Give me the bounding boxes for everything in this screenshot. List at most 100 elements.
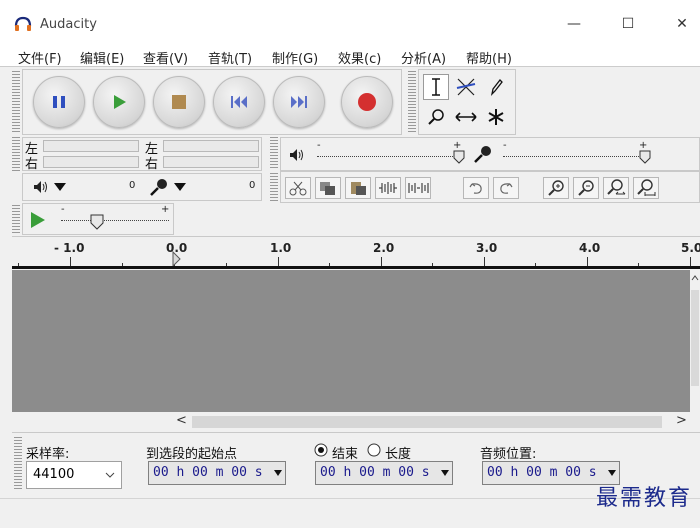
meter-grip[interactable] [12, 137, 20, 173]
length-radio-button[interactable] [367, 443, 381, 457]
menu-effect[interactable]: 效果(c) [338, 48, 381, 67]
envelope-tool-button[interactable] [453, 74, 479, 100]
playback-dropdown-arrow-icon[interactable] [53, 182, 67, 192]
menu-view[interactable]: 查看(V) [143, 48, 188, 67]
close-button[interactable]: ✕ [672, 14, 692, 34]
menu-generate[interactable]: 制作(G) [272, 48, 318, 67]
zoom-in-button[interactable] [543, 177, 569, 199]
i-beam-icon [432, 78, 440, 96]
audio-position-label: 音频位置: [480, 447, 537, 462]
transport-grip[interactable] [12, 71, 20, 133]
maximize-button[interactable]: ☐ [618, 14, 638, 34]
play-button[interactable] [93, 76, 145, 128]
input-min-label: - [503, 140, 507, 151]
time-format-arrow-icon[interactable] [608, 469, 616, 477]
selection-grip[interactable] [14, 437, 22, 489]
record-button[interactable] [341, 76, 393, 128]
record-meter-right[interactable] [163, 156, 259, 168]
play-at-speed-grip[interactable] [12, 205, 20, 233]
selection-start-time[interactable]: 00 h 00 m 00 s [148, 461, 286, 485]
ruler-label: 5.0 [681, 241, 700, 255]
envelope-icon [456, 78, 476, 96]
length-radio-label[interactable]: 长度 [385, 443, 411, 462]
play-at-speed-button[interactable] [29, 210, 47, 230]
skip-to-start-button[interactable] [213, 76, 265, 128]
output-min-label: - [317, 140, 321, 151]
trim-button[interactable] [375, 177, 401, 199]
mixer-grip[interactable] [270, 137, 278, 169]
toolbar-dock: 左 右 左 右 0 0 - + - + - + [0, 66, 700, 236]
menu-analyze[interactable]: 分析(A) [401, 48, 446, 67]
transport-toolbar [22, 69, 402, 135]
record-dropdown-arrow-icon[interactable] [173, 182, 187, 192]
record-icon [358, 93, 376, 111]
skip-to-end-button[interactable] [273, 76, 325, 128]
selection-end-value: 00 h 00 m 00 s [320, 465, 430, 480]
zoom-in-icon [548, 180, 564, 196]
multi-tool-button[interactable] [483, 104, 509, 130]
horizontal-scrollbar[interactable]: < > [12, 412, 700, 432]
playback-meter-left[interactable] [43, 140, 139, 152]
meter-controls: 0 0 [22, 173, 262, 201]
paste-button[interactable] [345, 177, 371, 199]
menu-file[interactable]: 文件(F) [18, 48, 62, 67]
time-format-arrow-icon[interactable] [441, 469, 449, 477]
cut-button[interactable] [285, 177, 311, 199]
selection-tool-button[interactable] [423, 74, 449, 100]
project-rate-select[interactable]: 44100 [26, 461, 122, 489]
track-panel[interactable] [12, 270, 690, 412]
menu-tracks[interactable]: 音轨(T) [208, 48, 252, 67]
menu-help[interactable]: 帮助(H) [466, 48, 512, 67]
playback-meter-right[interactable] [43, 156, 139, 168]
undo-button[interactable] [463, 177, 489, 199]
skip-end-icon [291, 96, 307, 108]
fit-project-button[interactable] [633, 177, 659, 199]
scroll-right-icon[interactable]: > [676, 413, 687, 428]
pause-button[interactable] [33, 76, 85, 128]
scroll-up-icon[interactable] [691, 274, 699, 282]
playback-value: 0 [129, 180, 136, 191]
redo-button[interactable] [493, 177, 519, 199]
stop-button[interactable] [153, 76, 205, 128]
microphone-icon[interactable] [149, 177, 169, 197]
zoom-out-button[interactable] [573, 177, 599, 199]
speed-slider[interactable] [61, 220, 169, 221]
menu-edit[interactable]: 编辑(E) [80, 48, 124, 67]
input-volume-slider[interactable] [503, 156, 645, 157]
vertical-scroll-thumb[interactable] [691, 290, 699, 386]
speed-slider-thumb-icon[interactable] [90, 214, 104, 230]
asterisk-icon [488, 109, 504, 125]
input-slider-thumb-icon[interactable] [639, 150, 651, 164]
record-meter-left[interactable] [163, 140, 259, 152]
trim-audio-icon [379, 182, 397, 194]
timeline-ruler[interactable]: - 1.0 0.0 1.0 2.0 3.0 4.0 5.0 [12, 236, 700, 269]
horizontal-scroll-thumb[interactable] [192, 416, 662, 428]
time-shift-tool-button[interactable] [453, 104, 479, 130]
tools-toolbar [418, 69, 516, 135]
playhead-marker-icon[interactable] [172, 251, 182, 267]
time-format-arrow-icon[interactable] [274, 469, 282, 477]
vertical-scrollbar[interactable] [690, 270, 700, 412]
copy-button[interactable] [315, 177, 341, 199]
end-radio-button[interactable] [314, 443, 328, 457]
speaker-icon[interactable] [33, 180, 49, 194]
tools-grip[interactable] [408, 71, 416, 133]
selection-end-time[interactable]: 00 h 00 m 00 s [315, 461, 453, 485]
fit-selection-button[interactable] [603, 177, 629, 199]
edit-grip[interactable] [270, 173, 278, 201]
record-right-label: 右 [145, 157, 159, 172]
end-radio-label[interactable]: 结束 [332, 443, 358, 462]
zoom-out-icon [578, 180, 594, 196]
ruler-label: 2.0 [373, 241, 395, 255]
draw-tool-button[interactable] [483, 74, 509, 100]
output-volume-slider[interactable] [317, 156, 459, 157]
output-slider-thumb-icon[interactable] [453, 150, 465, 164]
scroll-left-icon[interactable]: < [176, 413, 187, 428]
title-bar: Audacity — ☐ ✕ [0, 0, 700, 44]
minimize-button[interactable]: — [564, 14, 584, 34]
zoom-tool-button[interactable] [423, 104, 449, 130]
edit-toolbar [280, 171, 700, 203]
fit-project-icon [637, 179, 656, 196]
silence-button[interactable] [405, 177, 431, 199]
ruler-label: 4.0 [579, 241, 601, 255]
